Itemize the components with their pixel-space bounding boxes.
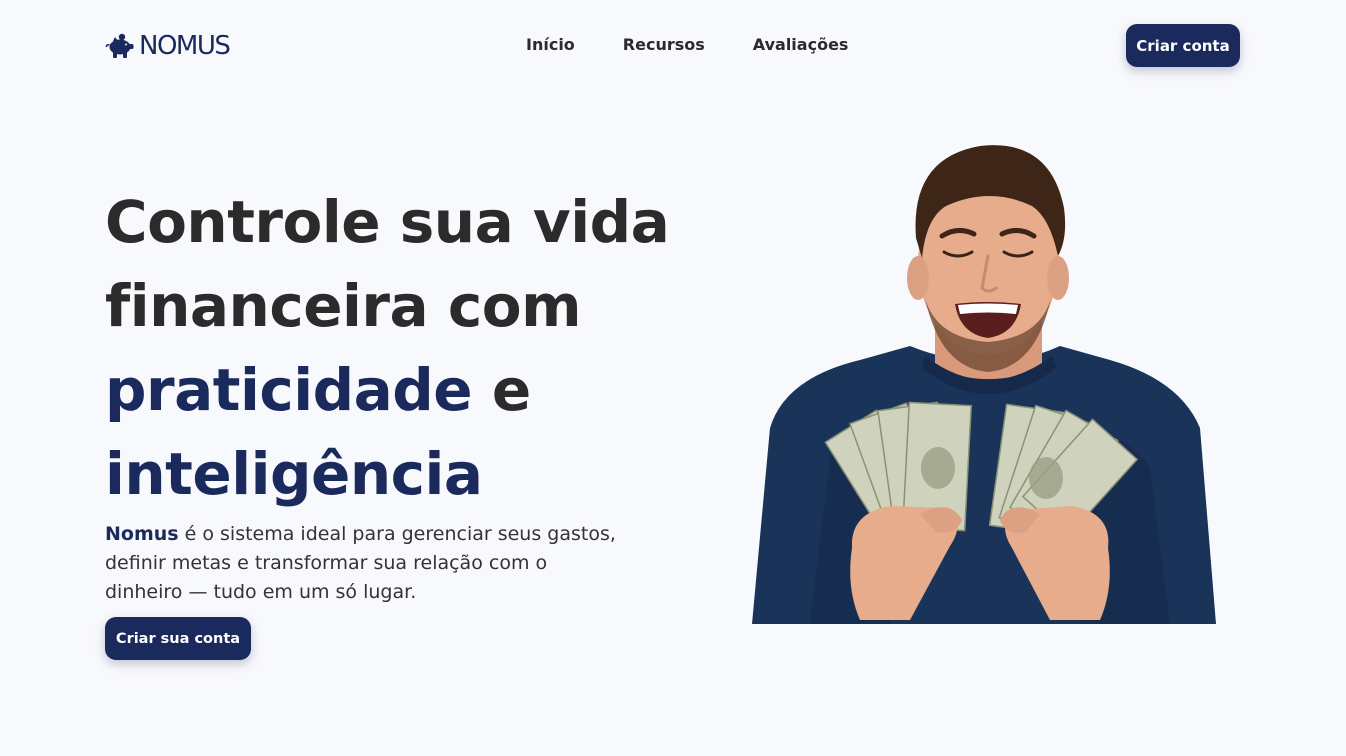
man-holding-cash-illustration [752,145,1216,624]
create-account-button[interactable]: Criar conta [1126,24,1240,67]
brand-name: NOMUS [139,31,231,61]
hero-title-line-1: Controle sua vida [105,188,670,256]
hero-title-line-3: praticidade e [105,348,665,432]
hero-description-brand: Nomus [105,523,179,545]
nav-item-avaliacoes[interactable]: Avaliações [753,34,849,56]
hero-title-accent-inteligencia: inteligência [105,440,483,508]
piggy-bank-icon [105,33,134,58]
hero-title-connector: e [472,356,531,424]
hero-title-line-2: financeira com [105,272,582,340]
hero-description: Nomus é o sistema ideal para gerenciar s… [105,520,625,607]
nav-item-recursos[interactable]: Recursos [623,34,705,56]
landing-page: NOMUS Início Recursos Avaliações Criar c… [0,0,1346,756]
hero-description-text: é o sistema ideal para gerenciar seus ga… [105,523,616,603]
brand-logo[interactable]: NOMUS [105,31,231,61]
main-nav: Início Recursos Avaliações [526,34,848,56]
hero-title-accent-praticidade: praticidade [105,356,473,424]
nav-item-inicio[interactable]: Início [526,34,575,56]
create-your-account-button[interactable]: Criar sua conta [105,617,251,660]
hero-title: Controle sua vida financeira com pratici… [105,180,670,516]
site-header: NOMUS Início Recursos Avaliações Criar c… [0,0,1346,92]
